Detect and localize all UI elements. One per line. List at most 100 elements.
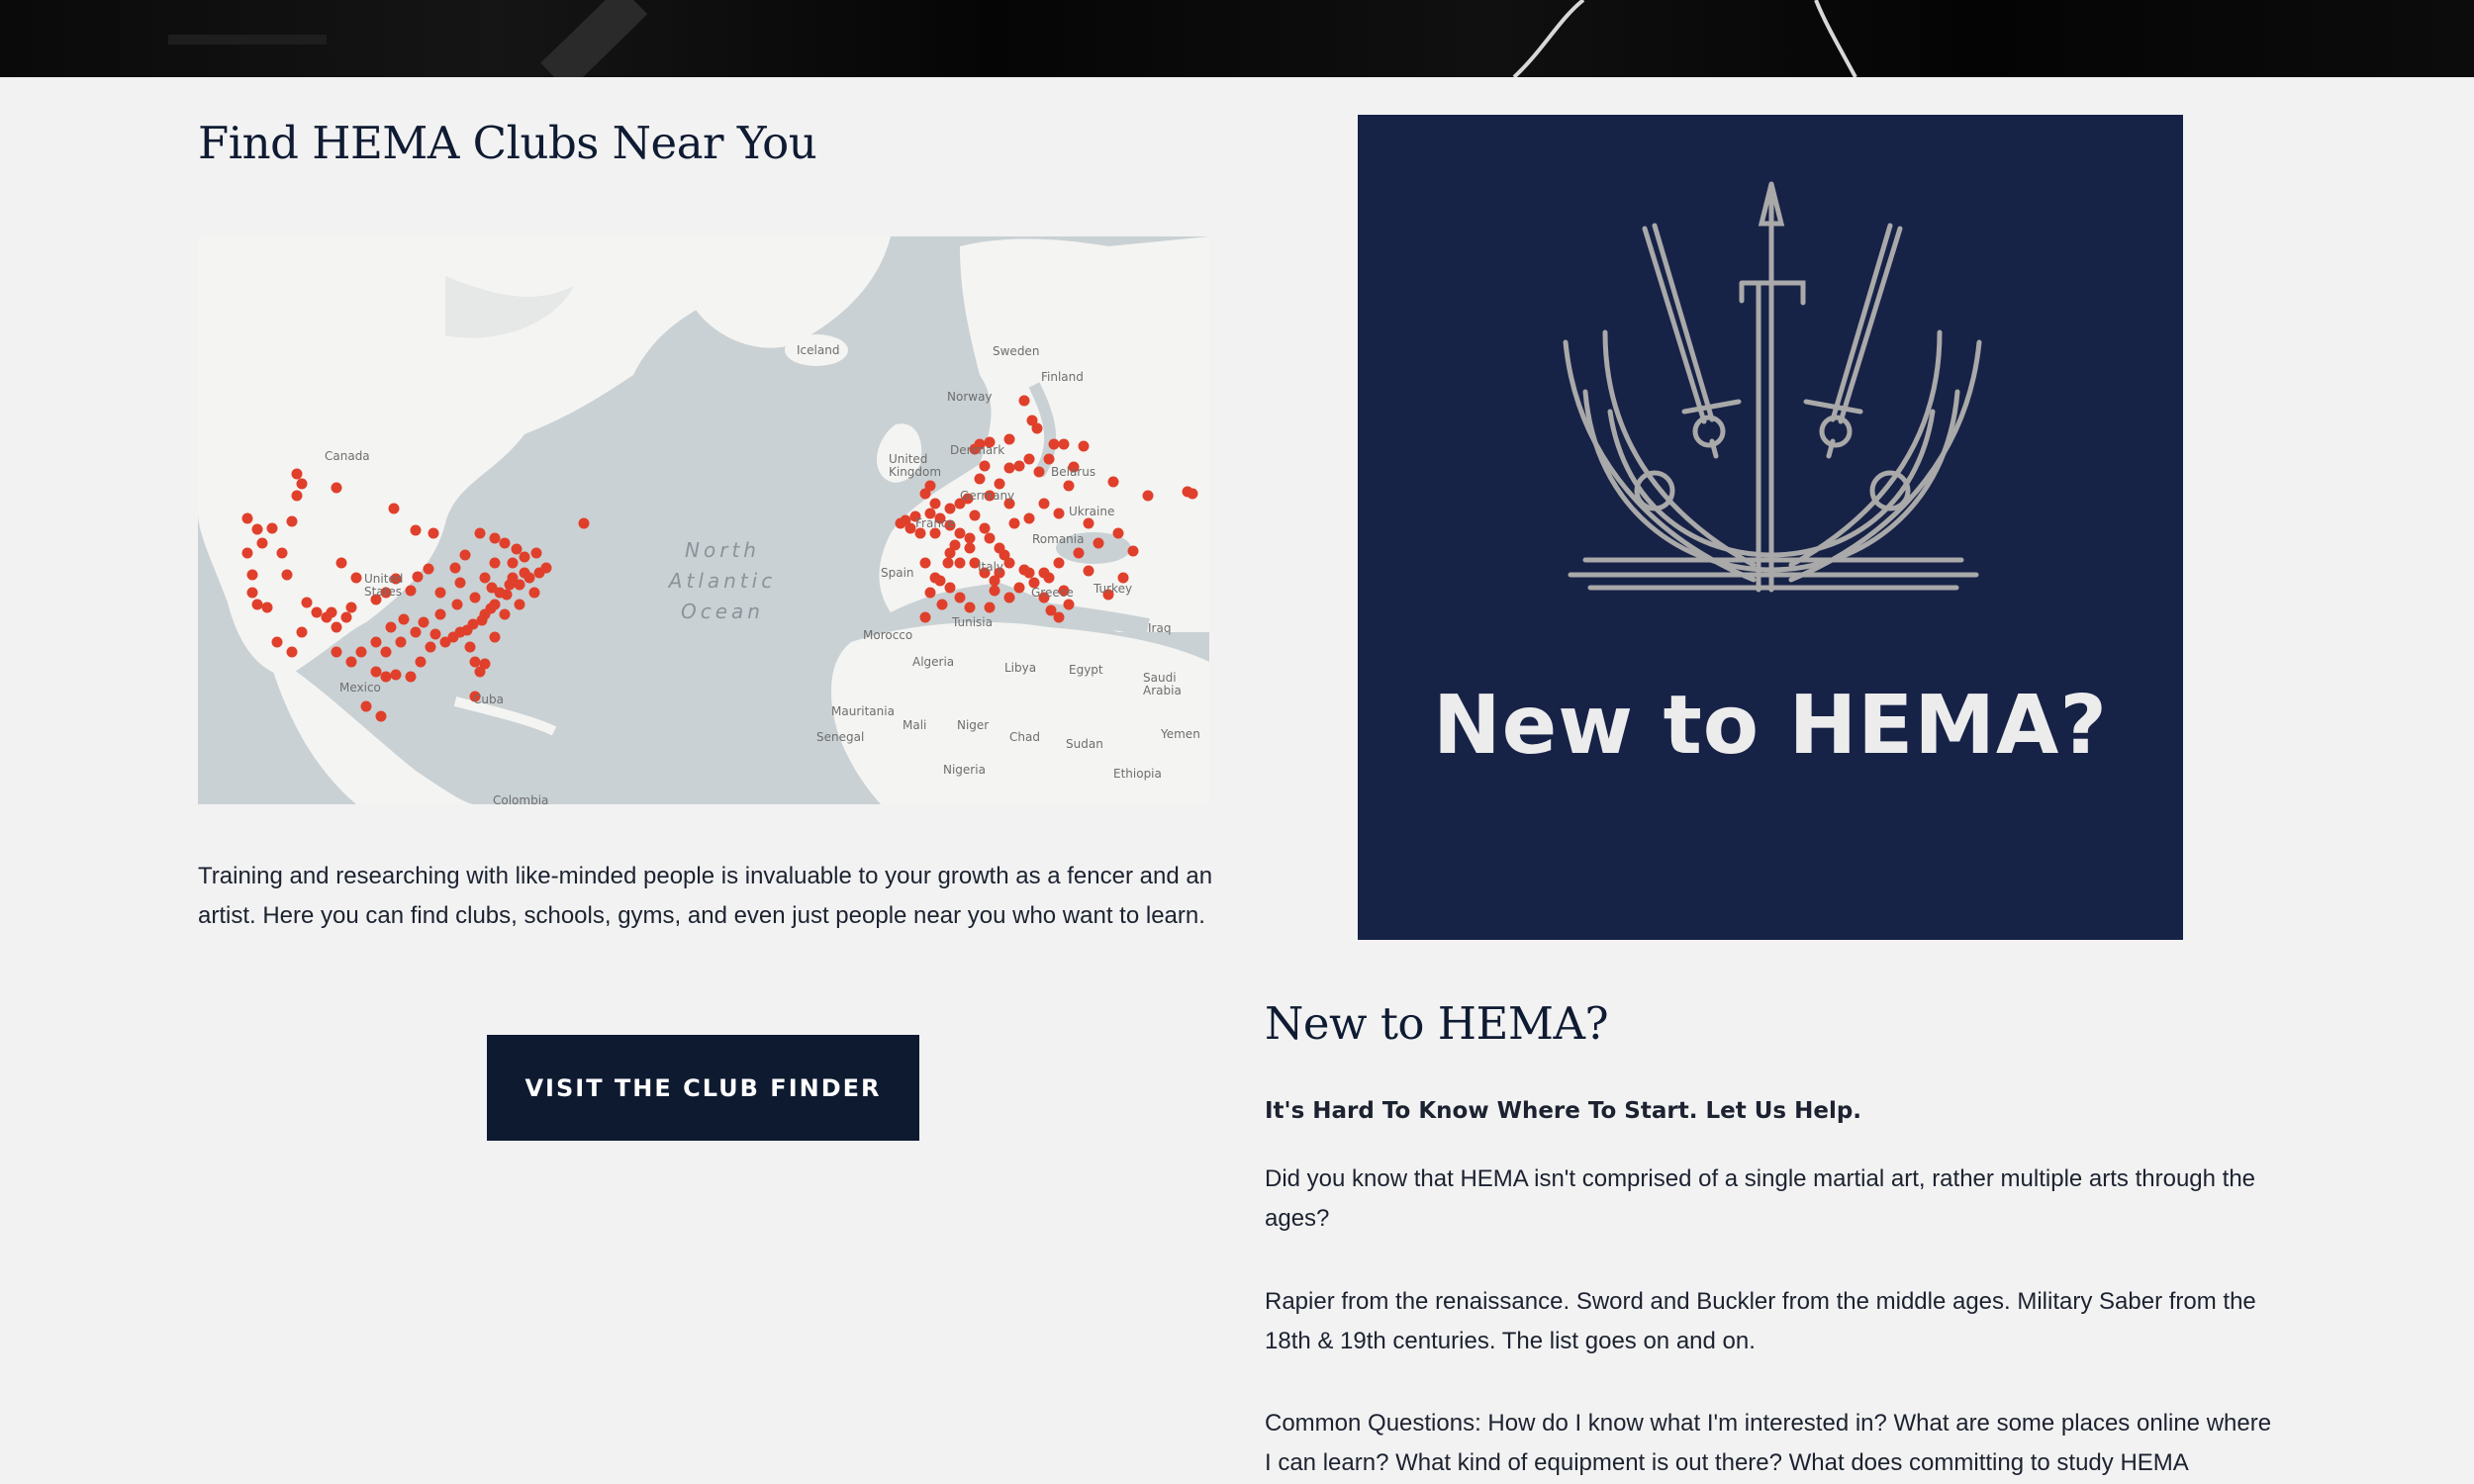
club-marker[interactable] bbox=[385, 621, 397, 633]
club-marker[interactable] bbox=[370, 636, 382, 648]
club-marker[interactable] bbox=[954, 527, 966, 539]
club-marker[interactable] bbox=[924, 587, 936, 599]
club-marker[interactable] bbox=[969, 510, 981, 521]
club-marker[interactable] bbox=[326, 606, 337, 618]
club-marker[interactable] bbox=[964, 602, 976, 613]
club-marker[interactable] bbox=[919, 611, 931, 623]
club-marker[interactable] bbox=[1078, 440, 1090, 452]
club-marker[interactable] bbox=[895, 517, 906, 529]
club-marker[interactable] bbox=[461, 624, 473, 636]
club-marker[interactable] bbox=[261, 602, 273, 613]
club-marker[interactable] bbox=[286, 515, 298, 527]
club-marker[interactable] bbox=[964, 542, 976, 554]
club-marker[interactable] bbox=[246, 569, 258, 581]
club-marker[interactable] bbox=[507, 557, 519, 569]
club-marker[interactable] bbox=[1063, 480, 1075, 492]
club-marker[interactable] bbox=[984, 532, 996, 544]
club-marker[interactable] bbox=[989, 585, 1000, 597]
club-marker[interactable] bbox=[331, 621, 342, 633]
club-marker[interactable] bbox=[984, 602, 996, 613]
club-marker[interactable] bbox=[390, 669, 402, 681]
club-marker[interactable] bbox=[395, 636, 407, 648]
club-marker[interactable] bbox=[1127, 545, 1139, 557]
club-marker[interactable] bbox=[380, 646, 392, 658]
club-marker[interactable] bbox=[1013, 582, 1025, 594]
club-map[interactable]: Canada United States Mexico Cuba Colombi… bbox=[198, 236, 1209, 804]
club-marker[interactable] bbox=[1031, 422, 1043, 434]
club-marker[interactable] bbox=[380, 671, 392, 683]
club-marker[interactable] bbox=[1043, 453, 1055, 465]
club-marker[interactable] bbox=[530, 547, 542, 559]
club-marker[interactable] bbox=[514, 599, 525, 610]
club-marker[interactable] bbox=[474, 527, 486, 539]
club-marker[interactable] bbox=[429, 628, 441, 640]
club-marker[interactable] bbox=[418, 616, 429, 628]
club-marker[interactable] bbox=[256, 537, 268, 549]
club-marker[interactable] bbox=[942, 557, 954, 569]
club-marker[interactable] bbox=[979, 460, 991, 472]
club-marker[interactable] bbox=[919, 557, 931, 569]
club-marker[interactable] bbox=[476, 614, 488, 626]
club-marker[interactable] bbox=[1058, 438, 1070, 450]
club-marker[interactable] bbox=[241, 547, 253, 559]
club-marker[interactable] bbox=[929, 498, 941, 510]
club-marker[interactable] bbox=[1182, 486, 1193, 498]
club-marker[interactable] bbox=[519, 567, 530, 579]
club-marker[interactable] bbox=[370, 666, 382, 678]
club-marker[interactable] bbox=[528, 587, 540, 599]
club-marker[interactable] bbox=[281, 569, 293, 581]
club-marker[interactable] bbox=[1073, 547, 1085, 559]
club-marker[interactable] bbox=[479, 658, 491, 670]
club-marker[interactable] bbox=[271, 636, 283, 648]
club-marker[interactable] bbox=[355, 646, 367, 658]
club-marker[interactable] bbox=[486, 582, 498, 594]
club-marker[interactable] bbox=[251, 599, 263, 610]
club-marker[interactable] bbox=[447, 631, 459, 643]
club-marker[interactable] bbox=[1053, 557, 1065, 569]
club-marker[interactable] bbox=[936, 599, 948, 610]
club-marker[interactable] bbox=[375, 710, 387, 722]
club-marker[interactable] bbox=[410, 626, 422, 638]
club-marker[interactable] bbox=[388, 503, 400, 514]
club-marker[interactable] bbox=[1023, 512, 1035, 524]
club-marker[interactable] bbox=[291, 468, 303, 480]
club-marker[interactable] bbox=[423, 563, 434, 575]
club-marker[interactable] bbox=[924, 480, 936, 492]
club-marker[interactable] bbox=[519, 551, 530, 563]
club-marker[interactable] bbox=[1038, 498, 1050, 510]
club-marker[interactable] bbox=[1018, 395, 1030, 407]
club-marker[interactable] bbox=[246, 587, 258, 599]
club-marker[interactable] bbox=[489, 532, 501, 544]
club-marker[interactable] bbox=[469, 656, 481, 668]
club-marker[interactable] bbox=[1013, 460, 1025, 472]
club-marker[interactable] bbox=[412, 571, 424, 583]
club-marker[interactable] bbox=[1003, 462, 1015, 474]
club-marker[interactable] bbox=[904, 522, 916, 534]
club-marker[interactable] bbox=[469, 592, 481, 603]
club-marker[interactable] bbox=[345, 602, 357, 613]
club-marker[interactable] bbox=[360, 700, 372, 712]
club-marker[interactable] bbox=[425, 641, 436, 653]
club-marker[interactable] bbox=[296, 626, 308, 638]
club-marker[interactable] bbox=[434, 608, 446, 620]
club-marker[interactable] bbox=[974, 473, 986, 485]
club-marker[interactable] bbox=[459, 549, 471, 561]
club-marker[interactable] bbox=[485, 603, 497, 614]
club-marker[interactable] bbox=[428, 527, 439, 539]
club-marker[interactable] bbox=[454, 577, 466, 589]
club-marker[interactable] bbox=[464, 641, 476, 653]
club-marker[interactable] bbox=[276, 547, 288, 559]
club-marker[interactable] bbox=[405, 671, 417, 683]
club-marker[interactable] bbox=[286, 646, 298, 658]
club-marker[interactable] bbox=[578, 517, 590, 529]
club-marker[interactable] bbox=[499, 608, 511, 620]
club-marker[interactable] bbox=[1063, 599, 1075, 610]
new-to-hema-promo-image[interactable]: New to HEMA? bbox=[1358, 115, 2183, 940]
club-marker[interactable] bbox=[989, 575, 1000, 587]
club-marker[interactable] bbox=[1023, 567, 1035, 579]
club-marker[interactable] bbox=[999, 549, 1010, 561]
club-marker[interactable] bbox=[1023, 453, 1035, 465]
club-marker[interactable] bbox=[1083, 517, 1094, 529]
visit-club-finder-button[interactable]: VISIT THE CLUB FINDER bbox=[487, 1035, 919, 1141]
club-marker[interactable] bbox=[335, 557, 347, 569]
